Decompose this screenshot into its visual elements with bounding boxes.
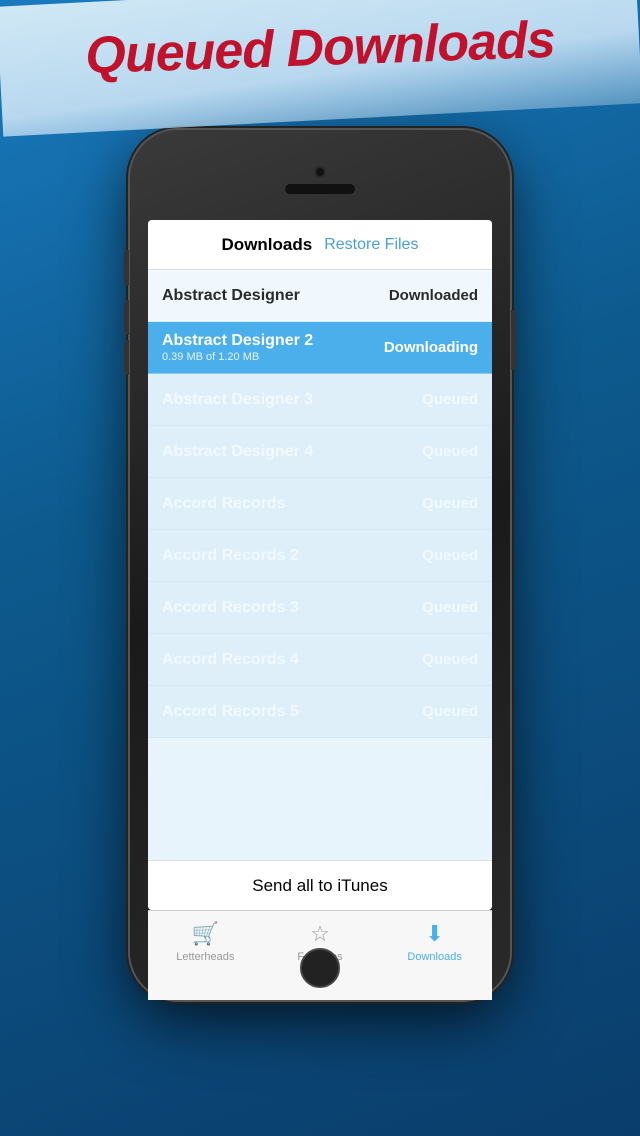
row-status: Queued xyxy=(422,443,478,460)
tab-label-downloads: Downloads xyxy=(407,951,461,963)
list-item[interactable]: Accord Records 2 Queued xyxy=(148,530,492,582)
screen: Downloads Restore Files Abstract Designe… xyxy=(148,220,492,910)
row-name: Accord Records 2 xyxy=(162,547,299,565)
tab-letterheads[interactable]: 🛒 Letterheads xyxy=(160,921,250,963)
row-status: Queued xyxy=(422,495,478,512)
list-item[interactable]: Accord Records Queued xyxy=(148,478,492,530)
row-name: Abstract Designer 2 xyxy=(162,332,313,350)
row-name: Accord Records 3 xyxy=(162,599,299,617)
home-button[interactable] xyxy=(300,948,340,988)
row-name: Accord Records xyxy=(162,495,286,513)
row-name: Abstract Designer 3 xyxy=(162,391,313,409)
speaker xyxy=(285,184,355,194)
row-sub: 0.39 MB of 1.20 MB xyxy=(162,351,313,363)
row-name: Accord Records 4 xyxy=(162,651,299,669)
list-item[interactable]: Accord Records 3 Queued xyxy=(148,582,492,634)
row-status: Downloaded xyxy=(389,287,478,304)
phone-top xyxy=(130,130,510,230)
row-name: Abstract Designer 4 xyxy=(162,443,313,461)
send-all-label: Send all to iTunes xyxy=(252,876,387,896)
list-item[interactable]: Accord Records 4 Queued xyxy=(148,634,492,686)
screen-header: Downloads Restore Files xyxy=(148,220,492,270)
list-item[interactable]: Abstract Designer 3 Queued xyxy=(148,374,492,426)
row-status: Queued xyxy=(422,391,478,408)
row-status: Queued xyxy=(422,599,478,616)
row-status: Queued xyxy=(422,547,478,564)
screen-title: Downloads xyxy=(222,235,313,255)
download-list: Abstract DesignerDownloadedAbstract Desi… xyxy=(148,270,492,860)
list-item[interactable]: Abstract Designer Downloaded xyxy=(148,270,492,322)
row-name: Accord Records 5 xyxy=(162,703,299,721)
tab-icon-letterheads: 🛒 xyxy=(192,921,219,947)
tab-downloads[interactable]: ⬇ Downloads xyxy=(390,921,480,963)
list-item[interactable]: Abstract Designer 20.39 MB of 1.20 MB Dow… xyxy=(148,322,492,374)
tab-icon-downloads: ⬇ xyxy=(425,921,443,947)
row-status: Downloading xyxy=(384,339,478,356)
list-item[interactable]: Abstract Designer 4 Queued xyxy=(148,426,492,478)
tab-label-letterheads: Letterheads xyxy=(176,951,234,963)
row-name: Abstract Designer xyxy=(162,287,300,305)
tab-icon-favorites: ☆ xyxy=(310,921,330,947)
camera-icon xyxy=(314,166,326,178)
row-status: Queued xyxy=(422,703,478,720)
list-item[interactable]: Accord Records 5 Queued xyxy=(148,686,492,738)
send-all-button[interactable]: Send all to iTunes xyxy=(148,860,492,910)
restore-files-button[interactable]: Restore Files xyxy=(324,236,418,254)
phone-frame: Downloads Restore Files Abstract Designe… xyxy=(130,130,510,1000)
row-status: Queued xyxy=(422,651,478,668)
